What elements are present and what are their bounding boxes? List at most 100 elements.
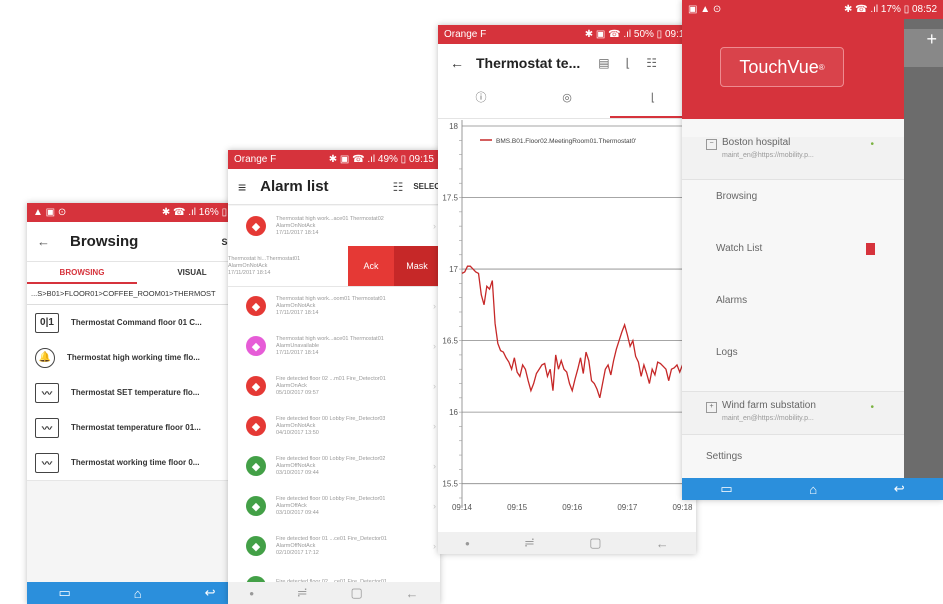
menu-item-alarms[interactable]: Alarms xyxy=(682,295,904,306)
alarm-source: Fire detected floor 01 ...ce01 Fire_Dete… xyxy=(276,535,387,542)
filter-icon[interactable]: ☷ xyxy=(393,180,404,194)
back-icon[interactable]: ↩ xyxy=(894,481,905,497)
breadcrumb[interactable]: ...S>B01>FLOOR01>COFFEE_ROOM01>THERMOST xyxy=(27,284,247,305)
list-item-label: Thermostat SET temperature flo... xyxy=(71,388,200,397)
back-icon[interactable]: ← xyxy=(656,536,669,551)
settings-sliders-icon[interactable]: ☷ xyxy=(646,56,657,70)
back-icon[interactable]: ↩ xyxy=(205,585,216,601)
y-tick-label: 17 xyxy=(449,265,458,274)
recent-apps-icon[interactable]: ≓ xyxy=(524,535,535,551)
home-icon[interactable]: ▢ xyxy=(589,535,601,551)
chevron-right-icon: › xyxy=(433,541,436,551)
alarm-time: 03/10/2017 09:44 xyxy=(276,509,319,516)
home-icon[interactable]: ⌂ xyxy=(809,482,817,497)
back-arrow-icon[interactable]: ← xyxy=(37,234,50,249)
chart-icon[interactable]: ⌊ xyxy=(626,56,631,70)
alarm-text: Thermostat high work...ace01 Thermostat0… xyxy=(276,216,384,237)
calendar-icon[interactable]: ▤ xyxy=(598,56,609,70)
alarm-status-icon: ◆ xyxy=(246,216,266,236)
y-tick-label: 18 xyxy=(449,122,458,131)
alarm-status-icon: ◆ xyxy=(246,376,266,396)
alarm-text: Thermostat hi...Thermostat01 AlarmOnNotAc… xyxy=(228,256,346,277)
site-item[interactable]: + Wind farm substation maint_en@https://… xyxy=(682,391,904,435)
list-item[interactable]: 〰 Thermostat working time floor 0... xyxy=(27,445,247,481)
dot-icon[interactable]: • xyxy=(249,586,254,601)
alarm-row[interactable]: ◆ Thermostat high work...oom01 Thermostat… xyxy=(228,286,440,327)
page-title: Thermostat te... xyxy=(476,55,581,71)
menu-item-logs[interactable]: Logs xyxy=(682,347,904,358)
status-bar: ▲ ▣ ⊙ ✱ ☎ .ıl 16% ▯ 08 xyxy=(27,203,247,222)
home-icon[interactable]: ▢ xyxy=(350,585,362,601)
navigation-drawer: TouchVue ® − Boston hospital maint_en@htt… xyxy=(682,19,904,478)
y-tick-label: 16.5 xyxy=(442,337,458,346)
recent-apps-icon[interactable]: ▭ xyxy=(58,585,70,601)
alarm-source: Fire detected floor 00 Lobby Fire_Detect… xyxy=(276,455,386,462)
status-right: ✱ ☎ .ıl 17% ▯ 08:52 xyxy=(843,4,937,15)
alarm-state: AlarmOnNotAck xyxy=(228,262,268,269)
site-item[interactable]: − Boston hospital maint_en@https://mobil… xyxy=(682,137,904,180)
tab-bar: BROWSING VISUAL xyxy=(27,262,247,284)
back-arrow-icon[interactable]: ← xyxy=(450,55,464,71)
menu-item-browsing[interactable]: Browsing xyxy=(682,191,904,202)
back-icon[interactable]: ← xyxy=(406,586,419,601)
recent-apps-icon[interactable]: ▭ xyxy=(720,481,732,497)
chart-screen: Orange F ✱ ▣ ☎ .ıl 50% ▯ 09:18 ← Thermos… xyxy=(438,25,696,554)
alarm-row[interactable]: ◆ Thermostat high work...ace01 Thermostat… xyxy=(228,206,440,247)
alarm-status-icon: ◆ xyxy=(246,496,266,516)
bell-icon: 🔔 xyxy=(35,347,55,368)
status-dot-icon: • xyxy=(870,402,874,413)
alarm-row-swiped[interactable]: Thermostat hi...Thermostat01 AlarmOnNotAc… xyxy=(228,246,440,287)
ack-button[interactable]: Ack xyxy=(348,246,394,286)
trend-icon: 〰 xyxy=(35,417,59,438)
list-item[interactable]: 〰 Thermostat SET temperature flo... xyxy=(27,375,247,411)
tab-bar: ⓘ ◎ ⌊ xyxy=(438,82,696,119)
alarm-row[interactable]: ◆ Thermostat high work...ace01 Thermostat… xyxy=(228,326,440,367)
alarm-time: 17/11/2017 18:14 xyxy=(276,229,319,236)
app-bar: ≡ Alarm list ☷ SELEC xyxy=(228,169,440,205)
y-tick-label: 17.5 xyxy=(442,194,458,203)
expand-icon[interactable]: + xyxy=(706,402,717,413)
alarm-row[interactable]: ◆ Fire detected floor 00 Lobby Fire_Detec… xyxy=(228,406,440,447)
x-tick-label: 09:14 xyxy=(452,503,473,512)
status-left: ▲ ▣ ⊙ xyxy=(33,207,67,218)
status-right: ✱ ▣ ☎ .ıl 50% ▯ 09:18 xyxy=(584,29,690,40)
menu-item-settings[interactable]: Settings xyxy=(682,451,904,462)
alarm-time: 05/10/2017 09:57 xyxy=(276,389,319,396)
select-button[interactable]: SELEC xyxy=(413,182,440,191)
list-item[interactable]: 🔔 Thermostat high working time flo... • xyxy=(27,340,247,376)
recent-apps-icon[interactable]: ≓ xyxy=(297,585,308,601)
list-item[interactable]: 〰 Thermostat temperature floor 01... • xyxy=(27,410,247,446)
alarm-row[interactable]: ◆ Fire detected floor 00 Lobby Fire_Detec… xyxy=(228,446,440,487)
alarm-source: Fire detected floor 02 ...m01 Fire_Detec… xyxy=(276,375,386,382)
menu-icon[interactable]: ≡ xyxy=(238,179,246,195)
status-bar: ▣ ▲ ⊙ ✱ ☎ .ıl 17% ▯ 08:52 xyxy=(682,0,943,19)
collapse-icon[interactable]: − xyxy=(706,139,717,150)
list-item[interactable]: 0|1 Thermostat Command floor 01 C... xyxy=(27,305,247,341)
alarm-list-screen: Orange F ✱ ▣ ☎ .ıl 49% ▯ 09:15 ≡ Alarm l… xyxy=(228,150,440,604)
alarm-text: Fire detected floor 02 ...m01 Fire_Detec… xyxy=(276,376,386,397)
alarm-status-icon: ◆ xyxy=(246,536,266,556)
drawer-screen: ▣ ▲ ⊙ ✱ ☎ .ıl 17% ▯ 08:52 + TouchVue ® − … xyxy=(682,0,943,500)
alarm-status-icon: ◆ xyxy=(246,456,266,476)
home-icon[interactable]: ⌂ xyxy=(134,586,142,601)
line-chart[interactable]: 18 17.5 17 16.5 16 15.5 09:14 09:15 09:16 09:17 09… xyxy=(438,118,696,518)
alarm-state: AlarmOnNotAck xyxy=(276,302,316,309)
alarm-status-icon: ◆ xyxy=(246,296,266,316)
status-dot-icon: • xyxy=(870,139,874,150)
brand-mark: ® xyxy=(818,62,825,72)
dot-icon[interactable]: • xyxy=(465,536,470,551)
y-tick-label: 16 xyxy=(449,408,458,417)
alarm-state: AlarmOffAck xyxy=(276,502,307,509)
tab-info-icon[interactable]: ⓘ xyxy=(438,82,524,118)
menu-item-watch-list[interactable]: Watch List xyxy=(682,243,904,255)
alarm-row[interactable]: ◆ Fire detected floor 01 ...ce01 Fire_Det… xyxy=(228,526,440,567)
tab-view-icon[interactable]: ◎ xyxy=(524,82,610,118)
add-button[interactable]: + xyxy=(904,29,943,67)
dimmed-background[interactable]: + xyxy=(904,19,943,478)
mask-button[interactable]: Mask xyxy=(394,246,440,286)
alarm-row[interactable]: ◆ Fire detected floor 00 Lobby Fire_Detec… xyxy=(228,486,440,527)
tab-browsing[interactable]: BROWSING xyxy=(27,262,137,284)
page-title: Browsing xyxy=(70,233,139,250)
alarm-source: Thermostat high work...ace01 Thermostat0… xyxy=(276,215,384,222)
alarm-row[interactable]: ◆ Fire detected floor 02 ...m01 Fire_Dete… xyxy=(228,366,440,407)
